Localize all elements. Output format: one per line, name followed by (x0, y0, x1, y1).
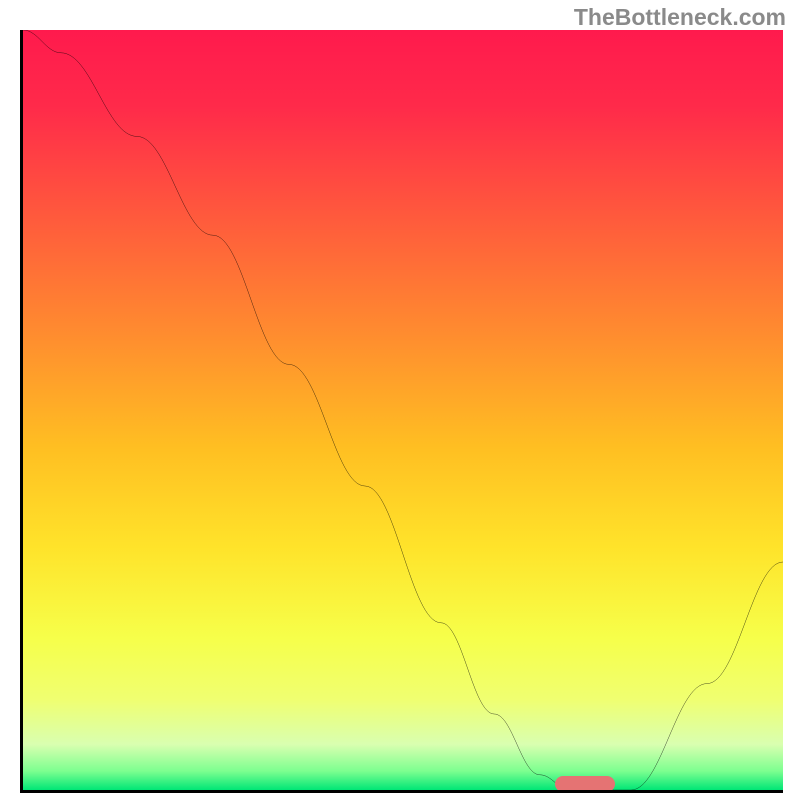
optimal-marker (555, 776, 615, 792)
bottleneck-curve-path (23, 30, 783, 790)
chart-area (20, 30, 783, 793)
curve-svg (23, 30, 783, 790)
watermark: TheBottleneck.com (574, 4, 786, 31)
